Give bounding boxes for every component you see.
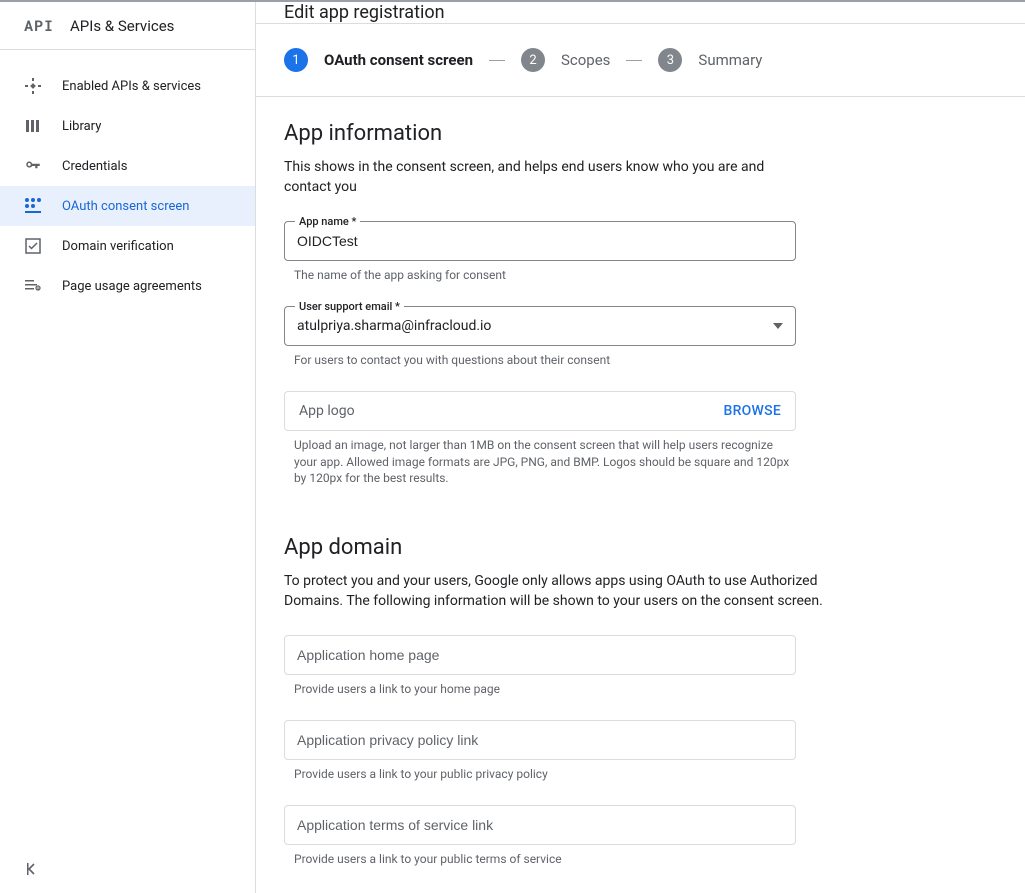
sidebar-item-label: Library: [62, 119, 101, 134]
stepper: 1 OAuth consent screen 2 Scopes 3 Summar…: [256, 24, 1025, 97]
sidebar-item-page-usage-agreements[interactable]: Page usage agreements: [0, 266, 255, 306]
browse-button[interactable]: BROWSE: [723, 403, 781, 419]
step-connector: [489, 60, 505, 61]
step-label: Scopes: [561, 51, 610, 69]
app-information-heading: App information: [284, 121, 997, 146]
app-logo-placeholder: App logo: [299, 403, 355, 419]
terms-of-service-helper: Provide users a link to your public term…: [294, 851, 794, 868]
sidebar-item-domain-verification[interactable]: Domain verification: [0, 226, 255, 266]
home-page-field[interactable]: [284, 635, 796, 675]
app-name-field[interactable]: App name *: [284, 221, 796, 261]
sidebar-title: APIs & Services: [70, 17, 174, 35]
diamond-icon: [24, 77, 42, 95]
app-logo-helper: Upload an image, not larger than 1MB on …: [294, 437, 794, 487]
support-email-field[interactable]: User support email * atulpriya.sharma@in…: [284, 306, 796, 346]
sidebar-nav: Enabled APIs & services Library Credenti…: [0, 50, 255, 893]
support-email-helper: For users to contact you with questions …: [294, 352, 794, 369]
sidebar-item-label: Credentials: [62, 159, 127, 174]
sidebar-item-label: Page usage agreements: [62, 279, 202, 294]
privacy-policy-helper: Provide users a link to your public priv…: [294, 766, 794, 783]
consent-screen-icon: [24, 197, 42, 215]
sidebar-item-label: OAuth consent screen: [62, 199, 189, 214]
step-scopes[interactable]: 2 Scopes: [521, 48, 610, 72]
sidebar-header: API APIs & Services: [0, 2, 255, 50]
agreements-icon: [24, 277, 42, 295]
sidebar: API APIs & Services Enabled APIs & servi…: [0, 2, 256, 893]
main: Edit app registration 1 OAuth consent sc…: [256, 2, 1025, 893]
sidebar-item-oauth-consent[interactable]: OAuth consent screen: [0, 186, 255, 226]
sidebar-item-library[interactable]: Library: [0, 106, 255, 146]
step-oauth-consent[interactable]: 1 OAuth consent screen: [284, 48, 473, 72]
step-label: Summary: [698, 51, 762, 69]
step-label: OAuth consent screen: [324, 51, 473, 69]
app-name-input[interactable]: [297, 233, 783, 249]
chevron-left-bar-icon: [24, 861, 40, 877]
home-page-helper: Provide users a link to your home page: [294, 681, 794, 698]
app-name-helper: The name of the app asking for consent: [294, 267, 794, 284]
sidebar-item-label: Domain verification: [62, 239, 174, 254]
step-connector: [626, 60, 642, 61]
app-domain-heading: App domain: [284, 535, 997, 560]
app-name-label: App name *: [295, 215, 360, 228]
check-box-icon: [24, 237, 42, 255]
library-icon: [24, 117, 42, 135]
support-email-label: User support email *: [295, 300, 404, 313]
privacy-policy-input[interactable]: [297, 732, 783, 748]
collapse-sidebar-button[interactable]: [24, 861, 40, 877]
step-number: 1: [284, 48, 308, 72]
terms-of-service-field[interactable]: [284, 805, 796, 845]
app-logo-field[interactable]: App logo BROWSE: [284, 391, 796, 431]
step-number: 2: [521, 48, 545, 72]
page-title: Edit app registration: [256, 2, 1025, 24]
step-number: 3: [658, 48, 682, 72]
content: App information This shows in the consen…: [256, 97, 1025, 893]
key-icon: [24, 157, 42, 175]
app-domain-desc: To protect you and your users, Google on…: [284, 572, 824, 611]
sidebar-item-label: Enabled APIs & services: [62, 79, 201, 94]
support-email-value: atulpriya.sharma@infracloud.io: [297, 318, 773, 334]
sidebar-item-enabled-apis[interactable]: Enabled APIs & services: [0, 66, 255, 106]
sidebar-item-credentials[interactable]: Credentials: [0, 146, 255, 186]
step-summary[interactable]: 3 Summary: [658, 48, 762, 72]
app-information-desc: This shows in the consent screen, and he…: [284, 158, 804, 197]
terms-of-service-input[interactable]: [297, 817, 783, 833]
dropdown-arrow-icon: [773, 323, 783, 329]
home-page-input[interactable]: [297, 647, 783, 663]
privacy-policy-field[interactable]: [284, 720, 796, 760]
api-badge-icon: API: [24, 16, 54, 36]
